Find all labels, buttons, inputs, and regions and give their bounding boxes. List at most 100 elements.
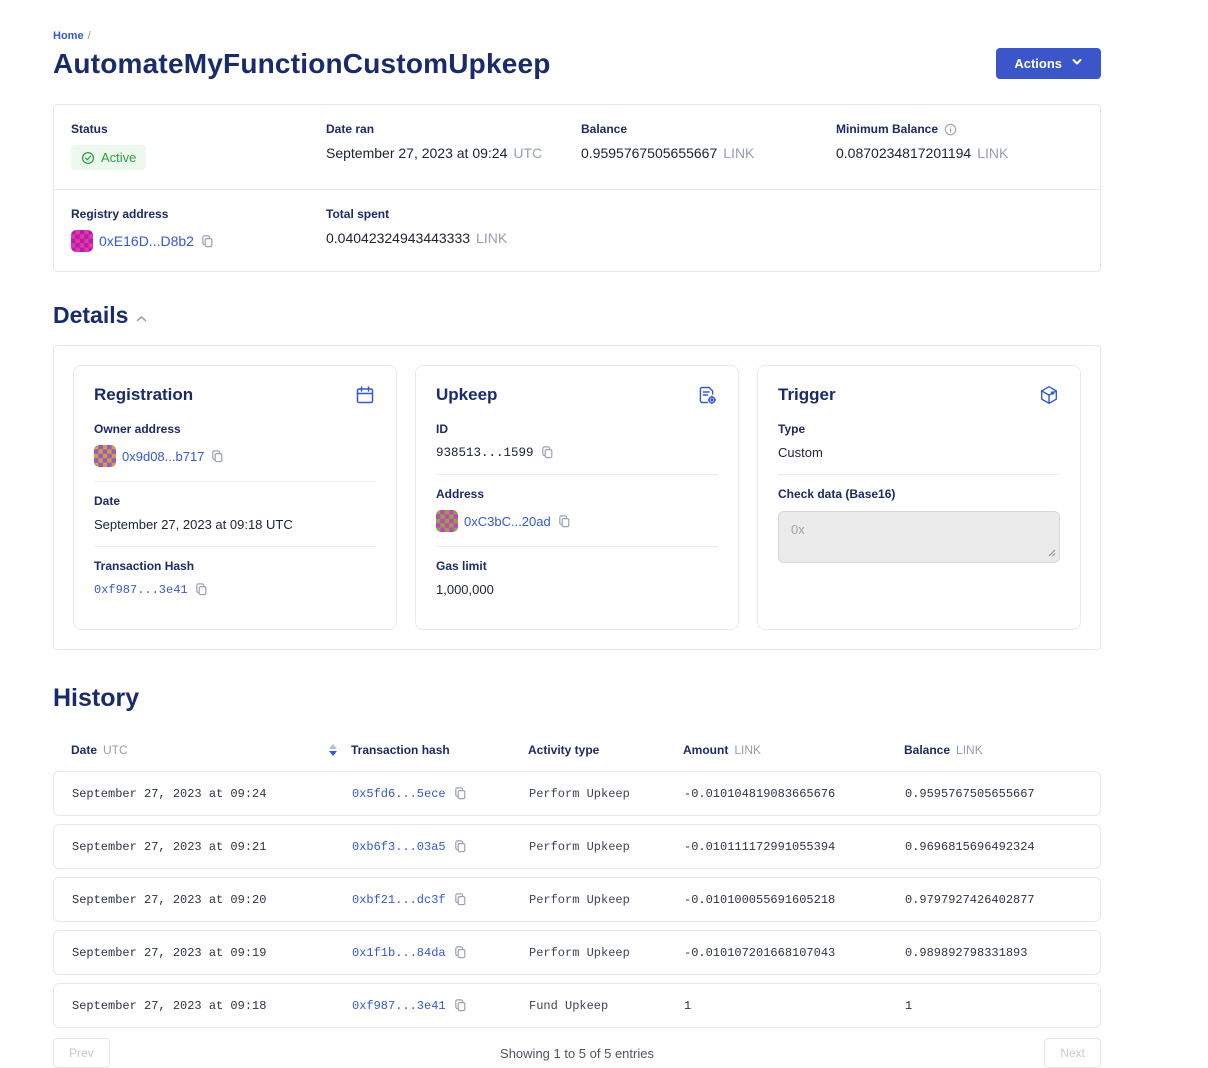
page-title: AutomateMyFunctionCustomUpkeep	[53, 48, 551, 80]
amount-column-unit: LINK	[734, 743, 761, 757]
gas-limit-label: Gas limit	[436, 559, 718, 573]
date-ran-field: Date ran September 27, 2023 at 09:24 UTC	[326, 122, 581, 170]
history-table-header: Date UTC Transaction hash Activity type …	[53, 743, 1101, 757]
row-balance: 0.9595767505655667	[905, 787, 1082, 801]
trigger-type-label: Type	[778, 422, 1060, 436]
copy-icon[interactable]	[540, 445, 555, 460]
row-date: September 27, 2023 at 09:24	[72, 787, 352, 801]
upkeep-address-link[interactable]: 0xC3bC...20ad	[464, 514, 551, 529]
actions-button-label: Actions	[1014, 56, 1062, 71]
actions-button[interactable]: Actions	[996, 48, 1101, 79]
registry-identicon	[71, 230, 93, 252]
tx-hash-link[interactable]: 0x5fd6...5ece	[352, 787, 446, 801]
copy-icon[interactable]	[453, 998, 468, 1013]
column-header-balance: Balance LINK	[904, 743, 1083, 757]
owner-identicon	[94, 445, 116, 467]
balance-column-unit: LINK	[956, 743, 983, 757]
status-field: Status Active	[71, 122, 326, 170]
history-heading: History	[53, 684, 1101, 713]
tx-hash-link[interactable]: 0xf987...3e41	[352, 999, 446, 1013]
registration-date-value: September 27, 2023 at 09:18 UTC	[94, 517, 376, 532]
row-date: September 27, 2023 at 09:19	[72, 946, 352, 960]
info-icon[interactable]	[944, 123, 957, 136]
copy-icon[interactable]	[453, 945, 468, 960]
sort-toggle-icon[interactable]	[329, 744, 337, 756]
upkeep-card-title: Upkeep	[436, 385, 497, 405]
copy-icon[interactable]	[453, 839, 468, 854]
trigger-card: Trigger Type Custom Check data (Base16)	[757, 365, 1081, 630]
tx-hash-link[interactable]: 0x1f1b...84da	[352, 946, 446, 960]
gas-limit-field: Gas limit 1,000,000	[436, 546, 718, 611]
check-data-input[interactable]	[778, 511, 1060, 563]
owner-address-label: Owner address	[94, 422, 376, 436]
upkeep-address-label: Address	[436, 487, 718, 501]
check-data-label: Check data (Base16)	[778, 487, 1060, 501]
row-activity: Fund Upkeep	[529, 999, 684, 1013]
total-spent-value: 0.04042324943443333	[326, 230, 470, 246]
row-amount: -0.010107201668107043	[684, 946, 905, 960]
status-badge-label: Active	[101, 150, 136, 165]
balance-label: Balance	[581, 122, 836, 136]
trigger-type-value: Custom	[778, 445, 1060, 460]
row-balance: 0.9696815696492324	[905, 840, 1082, 854]
row-tx: 0x1f1b...84da	[352, 945, 529, 960]
registry-address-label: Registry address	[71, 207, 326, 221]
date-column-label: Date	[71, 743, 97, 757]
registration-tx-link[interactable]: 0xf987...3e41	[94, 583, 188, 597]
column-header-transaction-hash: Transaction hash	[351, 743, 528, 757]
balance-field: Balance 0.9595767505655667 LINK	[581, 122, 836, 170]
activity-column-label: Activity type	[528, 743, 599, 757]
row-amount: -0.010100055691605218	[684, 893, 905, 907]
title-row: AutomateMyFunctionCustomUpkeep Actions	[53, 48, 1101, 80]
table-row: September 27, 2023 at 09:24 0x5fd6...5ec…	[53, 771, 1101, 816]
copy-icon[interactable]	[194, 582, 209, 597]
column-header-activity-type: Activity type	[528, 743, 683, 757]
row-activity: Perform Upkeep	[529, 893, 684, 907]
total-spent-field: Total spent 0.04042324943443333 LINK	[326, 207, 581, 252]
upkeep-address-field: Address 0xC3bC...20ad	[436, 474, 718, 546]
copy-icon[interactable]	[557, 514, 572, 529]
row-amount: 1	[684, 999, 905, 1013]
upkeep-card: Upkeep ID 938513...1599 Address	[415, 365, 739, 630]
details-heading: Details	[53, 302, 128, 329]
registration-date-label: Date	[94, 494, 376, 508]
table-row: September 27, 2023 at 09:19 0x1f1b...84d…	[53, 930, 1101, 975]
copy-icon[interactable]	[453, 786, 468, 801]
row-activity: Perform Upkeep	[529, 840, 684, 854]
table-row: September 27, 2023 at 09:21 0xb6f3...03a…	[53, 824, 1101, 869]
breadcrumb-separator: /	[88, 30, 91, 42]
details-panel: Registration Owner address 0x9d08...b717	[53, 345, 1101, 650]
min-balance-label: Minimum Balance	[836, 122, 938, 136]
row-amount: -0.010111172991055394	[684, 840, 905, 854]
cube-icon	[1038, 384, 1060, 406]
date-ran-unit: UTC	[513, 145, 542, 161]
tx-hash-link[interactable]: 0xbf21...dc3f	[352, 893, 446, 907]
document-gear-icon	[696, 384, 718, 406]
status-label: Status	[71, 122, 326, 136]
transaction-hash-field: Transaction Hash 0xf987...3e41	[94, 546, 376, 611]
tx-hash-link[interactable]: 0xb6f3...03a5	[352, 840, 446, 854]
row-balance: 0.9797927426402877	[905, 893, 1082, 907]
copy-icon[interactable]	[200, 234, 215, 249]
pagination-summary: Showing 1 to 5 of 5 entries	[500, 1046, 654, 1061]
details-collapse-caret-icon[interactable]	[136, 315, 147, 323]
tx-column-label: Transaction hash	[351, 743, 450, 757]
gas-limit-value: 1,000,000	[436, 582, 718, 597]
row-balance: 1	[905, 999, 1082, 1013]
upkeep-id-value: 938513...1599	[436, 446, 534, 460]
row-balance: 0.989892798331893	[905, 946, 1082, 960]
copy-icon[interactable]	[453, 892, 468, 907]
copy-icon[interactable]	[210, 449, 225, 464]
upkeep-id-label: ID	[436, 422, 718, 436]
status-badge: Active	[71, 145, 146, 170]
registration-card: Registration Owner address 0x9d08...b717	[73, 365, 397, 630]
check-data-field: Check data (Base16)	[778, 474, 1060, 582]
table-row: September 27, 2023 at 09:20 0xbf21...dc3…	[53, 877, 1101, 922]
registration-card-title: Registration	[94, 385, 193, 405]
breadcrumb-home-link[interactable]: Home	[53, 30, 84, 42]
owner-address-link[interactable]: 0x9d08...b717	[122, 449, 204, 464]
trigger-type-field: Type Custom	[778, 410, 1060, 474]
registry-address-link[interactable]: 0xE16D...D8b2	[99, 233, 194, 249]
row-tx: 0xb6f3...03a5	[352, 839, 529, 854]
row-date: September 27, 2023 at 09:21	[72, 840, 352, 854]
